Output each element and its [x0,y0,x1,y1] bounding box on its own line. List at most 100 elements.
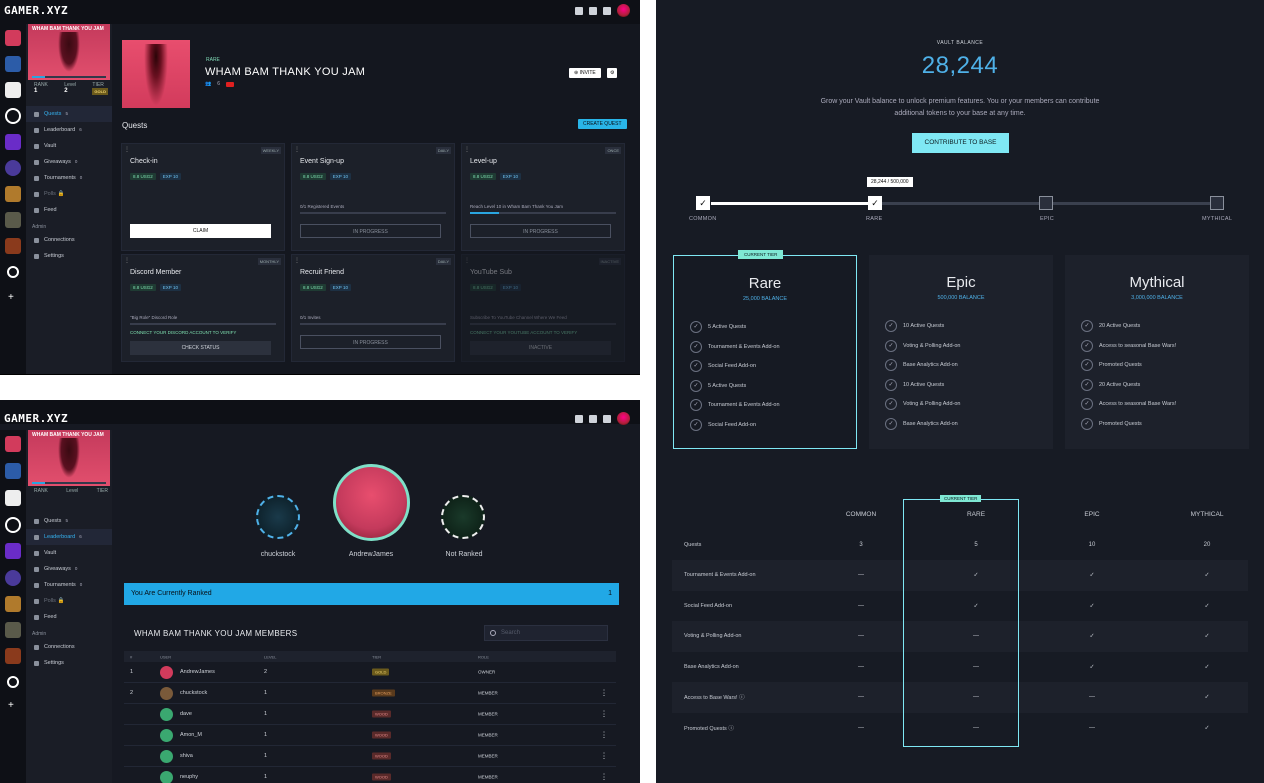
base-icon[interactable] [5,570,21,586]
user-avatar[interactable] [617,412,630,425]
table-row[interactable]: 2 chuckstock 1 BRONZE MEMBER ⋮ [124,683,616,704]
more-icon[interactable]: ⋮ [124,146,130,153]
base-icon[interactable] [5,108,21,124]
contribute-button[interactable]: CONTRIBUTE TO BASE [912,133,1009,153]
explore-icon[interactable] [7,676,19,688]
base-icon[interactable] [5,186,21,202]
table-row[interactable]: neuphy 1 WOOD MEMBER ⋮ [124,767,616,783]
table-row[interactable]: 1 AndrewJames 2 GOLD OWNER [124,662,616,683]
row-menu-icon[interactable]: ⋮ [600,689,608,698]
quest-action-button[interactable]: IN PROGRESS [300,224,441,238]
base-icon[interactable] [5,543,21,559]
base-icon[interactable] [5,56,21,72]
settings-gear-icon[interactable]: ⚙ [607,68,618,78]
chat-icon[interactable] [589,414,597,423]
base-icon[interactable] [5,160,21,176]
row-menu-icon[interactable]: ⋮ [600,710,608,719]
base-icon[interactable] [5,517,21,533]
quest-card[interactable]: ⋮ DAILY Recruit Friend 8.8 USG2 EXP 10 0/1 In… [291,254,455,362]
app-logo[interactable]: GAMER.XYZ [4,412,68,425]
table-row[interactable]: shiva 1 WOOD MEMBER ⋮ [124,746,616,767]
more-icon[interactable]: ⋮ [124,257,130,264]
quest-action-button[interactable]: INACTIVE [470,341,611,355]
row-user[interactable]: chuckstock [180,690,207,696]
row-tier: GOLD [372,668,390,676]
row-user[interactable]: Amon_M [180,732,202,738]
sidebar-item-giveaways[interactable]: Giveaways 0 [26,561,112,577]
base-icon[interactable] [5,622,21,638]
create-quest-button[interactable]: CREATE QUEST [578,119,627,129]
wallet-icon[interactable] [575,6,583,15]
sidebar-item-giveaways[interactable]: Giveaways 0 [26,154,112,170]
base-icon[interactable] [5,490,21,506]
sidebar-item-vault[interactable]: Vault [26,138,112,154]
invite-button[interactable]: ⊕ INVITE [569,68,601,78]
add-base-icon[interactable]: + [8,700,14,711]
base-icon[interactable] [5,436,21,452]
row-menu-icon[interactable]: ⋮ [600,773,608,782]
base-icon[interactable] [5,463,21,479]
base-icon[interactable] [5,134,21,150]
more-icon[interactable]: ⋮ [464,146,470,153]
base-icon[interactable] [5,82,21,98]
more-icon[interactable]: ⋮ [464,257,470,264]
quest-name: Recruit Friend [300,269,344,276]
bell-icon[interactable] [603,6,611,15]
sidebar-item-polls[interactable]: Polls 🔒 [26,186,112,202]
app-logo[interactable]: GAMER.XYZ [4,4,68,17]
quests-screen: GAMER.XYZ + WHAM BAM THANK YOU JAM RANK 1… [0,0,640,375]
bell-icon[interactable] [603,414,611,423]
youtube-icon[interactable] [226,81,235,87]
base-icon[interactable] [5,212,21,228]
row-user[interactable]: AndrewJames [180,669,215,675]
quest-card[interactable]: ⋮ INACTIVE YouTube Sub 8.8 USG2 EXP 10 Subscr… [461,254,625,362]
row-user[interactable]: dave [180,711,192,717]
sidebar-item-tournaments[interactable]: Tournaments 0 [26,170,112,186]
sidebar-item-polls[interactable]: Polls 🔒 [26,593,112,609]
wallet-icon[interactable] [575,414,583,423]
table-row[interactable]: dave 1 WOOD MEMBER ⋮ [124,704,616,725]
explore-icon[interactable] [7,266,19,278]
quest-card[interactable]: ⋮ ONCE Level-up 8.8 USG2 EXP 10 Reach Level 1… [461,143,625,251]
sidebar-item-tournaments[interactable]: Tournaments 0 [26,577,112,593]
sidebar-item-quests[interactable]: Quests 5 [26,106,112,122]
stat-label: RANK [34,488,48,494]
sidebar-item-settings[interactable]: Settings [26,248,112,264]
user-avatar[interactable] [617,4,630,17]
quest-action-button[interactable]: IN PROGRESS [470,224,611,238]
compare-column-header: EPIC [1084,511,1100,518]
quest-card[interactable]: ⋮ MONTHLY Discord Member 8.8 USG2 EXP 10 "Big… [121,254,285,362]
more-icon[interactable]: ⋮ [294,257,300,264]
chat-icon[interactable] [589,6,597,15]
sidebar-item-vault[interactable]: Vault [26,545,112,561]
row-menu-icon[interactable]: ⋮ [600,731,608,740]
search-input[interactable]: Search [484,625,608,641]
quest-action-button[interactable]: CLAIM [130,224,271,238]
sidebar-item-feed[interactable]: Feed [26,202,112,218]
podium-avatar-first[interactable] [333,464,410,541]
more-icon[interactable]: ⋮ [294,146,300,153]
quest-card[interactable]: ⋮ DAILY Event Sign-up 8.8 USG2 EXP 10 0/1 Reg… [291,143,455,251]
base-icon[interactable] [5,30,21,46]
base-icon[interactable] [5,238,21,254]
add-base-icon[interactable]: + [8,292,14,303]
quest-card[interactable]: ⋮ WEEKLY Check-in 8.8 USG2 EXP 10 CLAIM [121,143,285,251]
base-icon[interactable] [5,648,21,664]
row-menu-icon[interactable]: ⋮ [600,752,608,761]
base-icon[interactable] [5,596,21,612]
sidebar-item-connections[interactable]: Connections [26,639,112,655]
row-user[interactable]: neuphy [180,774,198,780]
quest-action-button[interactable]: CHECK STATUS [130,341,271,355]
row-user[interactable]: shiva [180,753,193,759]
sidebar-item-quests[interactable]: Quests 5 [26,513,112,529]
podium-avatar-third[interactable] [441,495,485,539]
sidebar-item-leaderboard[interactable]: Leaderboard 6 [26,529,112,545]
quest-action-button[interactable]: IN PROGRESS [300,335,441,349]
sidebar-item-settings[interactable]: Settings [26,655,112,671]
stat-value: GOLD [92,88,108,95]
table-row[interactable]: Amon_M 1 WOOD MEMBER ⋮ [124,725,616,746]
podium-avatar-second[interactable] [256,495,300,539]
sidebar-item-feed[interactable]: Feed [26,609,112,625]
sidebar-item-connections[interactable]: Connections [26,232,112,248]
sidebar-item-leaderboard[interactable]: Leaderboard 6 [26,122,112,138]
